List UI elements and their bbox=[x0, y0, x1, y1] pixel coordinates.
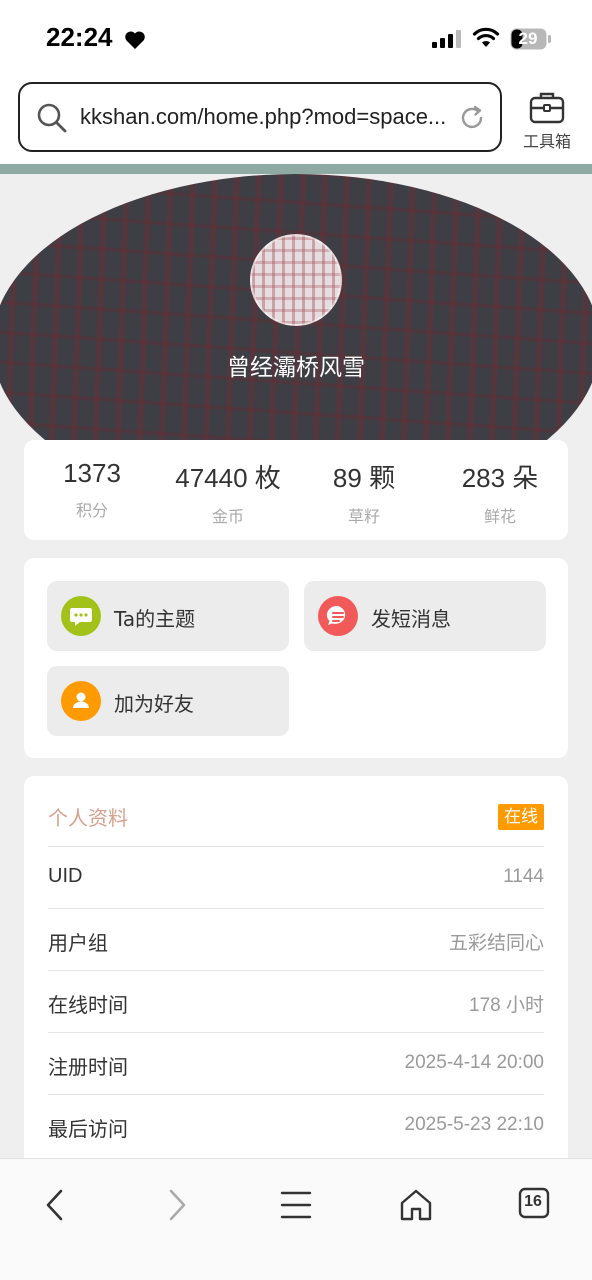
info-label: 注册时间 bbox=[48, 1057, 128, 1079]
info-title: 个人资料 bbox=[48, 806, 128, 830]
info-row-last-visit: 最后访问 2025-5-23 22:10 bbox=[48, 1094, 544, 1156]
send-message-button[interactable]: 发短消息 bbox=[304, 581, 546, 651]
stat-label: 鲜花 bbox=[483, 507, 516, 526]
actions-card: Ta的主题 发短消息 加为好友 bbox=[24, 558, 568, 758]
stat-value: 89 颗 bbox=[332, 463, 396, 493]
stat-coins: 47440 枚 金币 bbox=[160, 458, 296, 527]
browser-toolbar: kkshan.com/home.php?mod=space... 工具箱 bbox=[0, 76, 592, 164]
stat-label: 金币 bbox=[211, 507, 244, 526]
info-row-register-time: 注册时间 2025-4-14 20:00 bbox=[48, 1032, 544, 1094]
info-label: 最后访问 bbox=[48, 1119, 128, 1141]
address-bar[interactable]: kkshan.com/home.php?mod=space... bbox=[18, 82, 502, 152]
stat-value: 1373 bbox=[63, 458, 121, 488]
search-icon bbox=[37, 103, 67, 133]
accent-strip bbox=[0, 164, 592, 174]
heart-icon bbox=[125, 31, 145, 49]
stat-flowers: 283 朵 鲜花 bbox=[432, 458, 568, 527]
bottom-nav: 16 bbox=[0, 1158, 592, 1280]
stats-card: 1373 积分 47440 枚 金币 89 颗 草籽 283 朵 鲜花 bbox=[24, 440, 568, 540]
profile-info-card: 个人资料 在线 UID 1144 用户组 五彩结同心 在线时间 178 小时 注… bbox=[24, 776, 568, 1176]
info-label: 在线时间 bbox=[48, 995, 128, 1017]
info-label: UID bbox=[48, 865, 83, 887]
stat-points: 1373 积分 bbox=[24, 458, 160, 521]
battery-level: 29 bbox=[518, 29, 538, 48]
chat-bubble-icon bbox=[61, 596, 101, 636]
add-friend-label: 加为好友 bbox=[114, 692, 194, 716]
forward-icon[interactable] bbox=[154, 1183, 198, 1227]
user-icon bbox=[61, 681, 101, 721]
stat-label: 草籽 bbox=[347, 507, 380, 526]
info-value: 五彩结同心 bbox=[448, 933, 544, 954]
threads-button[interactable]: Ta的主题 bbox=[47, 581, 289, 651]
tab-count: 16 bbox=[524, 1193, 542, 1210]
toolbox-label: 工具箱 bbox=[522, 132, 571, 151]
info-row-usergroup: 用户组 五彩结同心 bbox=[48, 908, 544, 970]
username: 曾经灞桥风雪 bbox=[227, 355, 365, 381]
profile-header: 曾经灞桥风雪 bbox=[0, 174, 592, 440]
toolbox-button[interactable]: 工具箱 bbox=[516, 90, 578, 154]
info-value: 178 小时 bbox=[469, 995, 544, 1016]
reload-icon[interactable] bbox=[458, 104, 486, 132]
avatar[interactable] bbox=[250, 234, 342, 326]
tabs-button[interactable]: 16 bbox=[518, 1187, 550, 1219]
home-icon[interactable] bbox=[394, 1183, 438, 1227]
send-message-label: 发短消息 bbox=[371, 607, 451, 631]
status-bar: 22:24 29 bbox=[0, 0, 592, 76]
online-badge: 在线 bbox=[498, 804, 544, 830]
threads-label: Ta的主题 bbox=[114, 607, 196, 631]
back-icon[interactable] bbox=[34, 1183, 78, 1227]
add-friend-button[interactable]: 加为好友 bbox=[47, 666, 289, 736]
info-value: 2025-4-14 20:00 bbox=[404, 1052, 544, 1073]
stat-value: 47440 枚 bbox=[175, 463, 281, 493]
info-value: 2025-5-23 22:10 bbox=[404, 1114, 544, 1135]
signal-icon bbox=[432, 30, 461, 48]
url-text[interactable]: kkshan.com/home.php?mod=space... bbox=[80, 104, 450, 130]
info-value: 1144 bbox=[503, 866, 544, 887]
stat-value: 283 朵 bbox=[461, 463, 539, 493]
info-row-uid: UID 1144 bbox=[48, 846, 544, 908]
status-time: 22:24 bbox=[46, 22, 113, 52]
menu-icon[interactable] bbox=[274, 1183, 318, 1227]
toolbox-icon bbox=[529, 92, 565, 124]
stat-seeds: 89 颗 草籽 bbox=[296, 458, 432, 527]
message-icon bbox=[318, 596, 358, 636]
wifi-icon bbox=[472, 27, 500, 47]
stat-label: 积分 bbox=[75, 501, 108, 520]
info-row-online-time: 在线时间 178 小时 bbox=[48, 970, 544, 1032]
info-label: 用户组 bbox=[48, 933, 108, 955]
